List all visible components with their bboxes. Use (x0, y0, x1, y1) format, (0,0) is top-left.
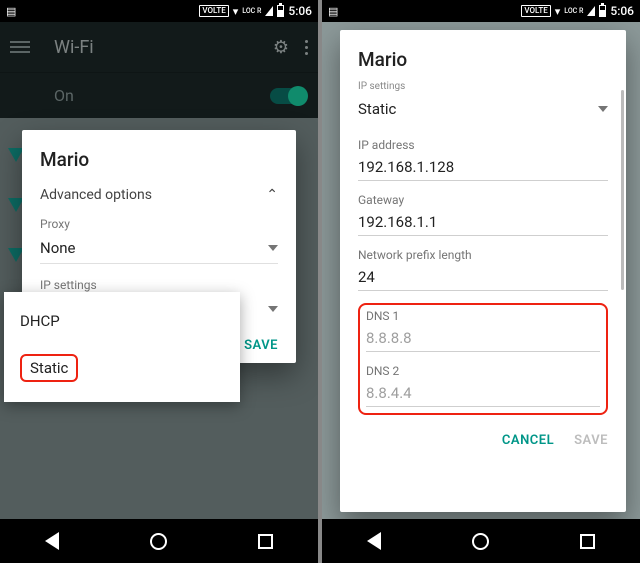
cancel-button[interactable]: CANCEL (502, 433, 554, 448)
save-button[interactable]: SAVE (574, 433, 608, 448)
ip-settings-label: IP settings (40, 278, 278, 292)
dialog-title: Mario (358, 48, 608, 71)
gateway-input[interactable]: 192.168.1.1 (358, 207, 608, 236)
nav-recent-icon[interactable] (258, 534, 273, 549)
battery-icon (277, 5, 284, 17)
signal-icon (587, 6, 595, 16)
chevron-up-icon: ⌃ (266, 187, 278, 203)
dns1-label: DNS 1 (366, 309, 600, 323)
dns1-input[interactable]: 8.8.8.8 (366, 323, 600, 352)
prefix-label: Network prefix length (358, 248, 608, 262)
nav-home-icon[interactable] (150, 533, 167, 550)
status-bar: ▤ VOLTE ▾ LOC R 5:06 (322, 0, 640, 22)
loc-r-label: LOC R (564, 7, 583, 15)
proxy-value: None (40, 239, 76, 257)
dialog-title: Mario (40, 148, 278, 171)
dns2-input[interactable]: 8.8.4.4 (366, 378, 600, 407)
dropdown-option-dhcp[interactable]: DHCP (4, 300, 240, 342)
nav-back-icon[interactable] (367, 532, 381, 550)
wifi-icon: ▾ (233, 5, 239, 18)
wifi-icon: ▾ (555, 5, 561, 18)
volte-badge: VOLTE (521, 5, 550, 17)
proxy-label: Proxy (40, 217, 278, 231)
image-icon: ▤ (328, 5, 338, 18)
scrollbar[interactable] (621, 90, 624, 290)
advanced-options-label: Advanced options (40, 187, 152, 203)
proxy-select[interactable]: None (40, 231, 278, 264)
battery-icon (599, 5, 606, 17)
prefix-input[interactable]: 24 (358, 262, 608, 291)
nav-home-icon[interactable] (472, 533, 489, 550)
nav-bar (0, 519, 318, 563)
gateway-label: Gateway (358, 193, 608, 207)
nav-recent-icon[interactable] (580, 534, 595, 549)
network-dialog: Mario IP settings Static IP address 192.… (340, 30, 626, 512)
chevron-down-icon (268, 245, 278, 251)
loc-r-label: LOC R (242, 7, 261, 15)
static-highlight: Static (20, 354, 78, 382)
phone-right: ▤ VOLTE ▾ LOC R 5:06 Mario IP settings S… (322, 0, 640, 563)
nav-back-icon[interactable] (45, 532, 59, 550)
nav-bar (322, 519, 640, 563)
status-bar: ▤ VOLTE ▾ LOC R 5:06 (0, 0, 318, 22)
volte-badge: VOLTE (199, 5, 228, 17)
dns2-label: DNS 2 (366, 364, 600, 378)
ip-settings-value: Static (358, 100, 396, 118)
dns-highlight-box: DNS 1 8.8.8.8 DNS 2 8.8.4.4 (358, 303, 608, 415)
ip-settings-label: IP settings (358, 81, 608, 92)
clock: 5:06 (610, 4, 634, 18)
ip-address-label: IP address (358, 138, 608, 152)
image-icon: ▤ (6, 5, 16, 18)
ip-settings-select[interactable]: Static (358, 92, 608, 132)
chevron-down-icon (268, 306, 278, 312)
advanced-options-toggle[interactable]: Advanced options ⌃ (40, 187, 278, 203)
save-button[interactable]: SAVE (244, 338, 278, 353)
phone-left: ▤ VOLTE ▾ LOC R 5:06 Wi-Fi ⚙ On Mari (0, 0, 318, 563)
dropdown-option-static[interactable]: Static (4, 342, 240, 394)
signal-icon (265, 6, 273, 16)
clock: 5:06 (288, 4, 312, 18)
chevron-down-icon (598, 106, 608, 112)
ip-settings-dropdown: DHCP Static (4, 292, 240, 402)
ip-address-input[interactable]: 192.168.1.128 (358, 152, 608, 181)
